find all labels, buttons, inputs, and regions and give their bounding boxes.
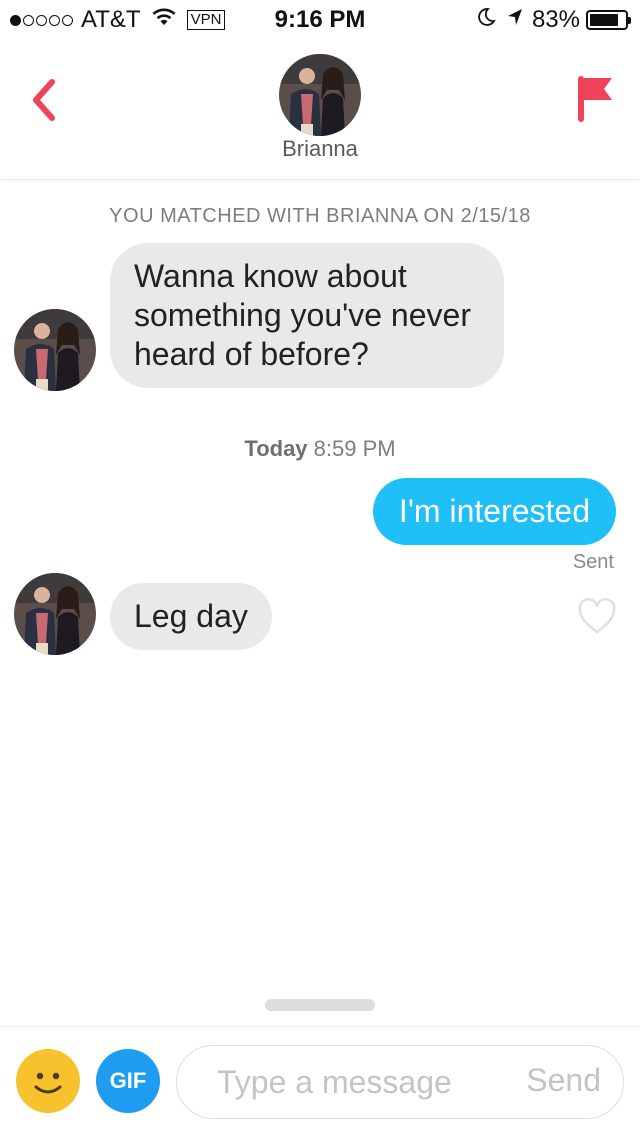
status-right: 83% <box>476 6 631 34</box>
gif-button[interactable]: GIF <box>96 1049 160 1113</box>
emoji-button[interactable] <box>16 1049 80 1113</box>
heart-icon <box>578 598 616 634</box>
scroll-handle[interactable] <box>265 999 375 1011</box>
battery-percent: 83% <box>531 6 580 33</box>
flag-icon <box>578 76 612 122</box>
timestamp-day: Today <box>244 436 308 461</box>
incoming-message-bubble[interactable]: Wanna know about something you've never … <box>110 243 504 388</box>
smiley-icon <box>34 1072 62 1094</box>
profile-photo <box>14 573 96 655</box>
match-avatar[interactable] <box>279 54 361 136</box>
battery-fill <box>590 14 619 26</box>
sender-avatar[interactable] <box>14 573 96 655</box>
send-button[interactable]: Send <box>526 1062 601 1099</box>
location-arrow-icon <box>506 6 524 34</box>
message-timestamp: Today 8:59 PM <box>0 436 640 462</box>
sender-avatar[interactable] <box>14 309 96 391</box>
status-bar: AT&T VPN 9:16 PM 83% <box>0 0 640 40</box>
incoming-message-bubble[interactable]: Leg day <box>110 583 272 650</box>
message-composer: GIF Send <box>0 1026 640 1136</box>
back-button[interactable] <box>24 76 64 124</box>
message-field: Send <box>176 1045 624 1119</box>
chat-header: Brianna <box>0 40 640 180</box>
report-button[interactable] <box>576 74 616 124</box>
outgoing-message-bubble[interactable]: I'm interested <box>372 478 616 545</box>
profile-photo <box>279 54 361 136</box>
chevron-left-icon <box>33 79 55 121</box>
match-notice: YOU MATCHED WITH BRIANNA ON 2/15/18 <box>109 205 531 227</box>
like-button[interactable] <box>577 598 617 636</box>
message-input[interactable] <box>217 1060 507 1104</box>
profile-photo <box>14 309 96 391</box>
moon-icon <box>476 6 496 34</box>
battery-icon <box>586 10 631 30</box>
match-name[interactable]: Brianna <box>0 136 640 162</box>
timestamp-time: 8:59 PM <box>313 436 396 461</box>
delivery-status: Sent <box>572 551 614 573</box>
